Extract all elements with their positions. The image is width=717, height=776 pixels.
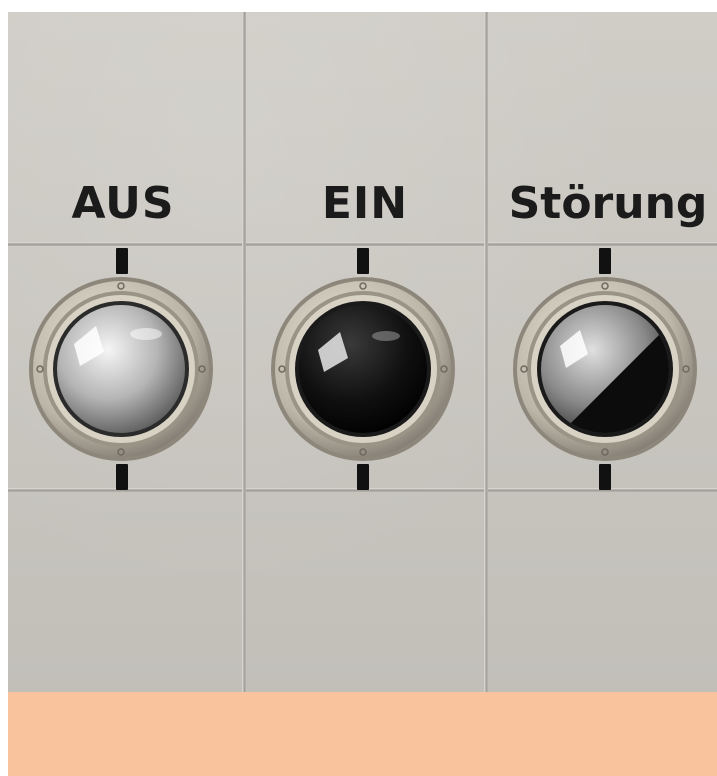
control-panel-photo: AUS EIN Störung: [8, 12, 717, 692]
lamp-label-ein: EIN: [321, 178, 409, 229]
indicator-lamp-stoerung: [510, 274, 700, 464]
footer-color-band: [8, 692, 717, 776]
tile-seam: [484, 12, 488, 692]
index-tick: [116, 464, 128, 490]
indicator-lamp-ein: [268, 274, 458, 464]
index-tick: [357, 464, 369, 490]
indicator-lamp-aus: [26, 274, 216, 464]
index-tick: [599, 464, 611, 490]
tile-seam: [242, 12, 246, 692]
lamp-label-stoerung: Störung: [508, 178, 708, 229]
index-tick: [116, 248, 128, 274]
lamp-label-aus: AUS: [71, 178, 175, 229]
index-tick: [599, 248, 611, 274]
tile-seam: [8, 242, 717, 246]
index-tick: [357, 248, 369, 274]
